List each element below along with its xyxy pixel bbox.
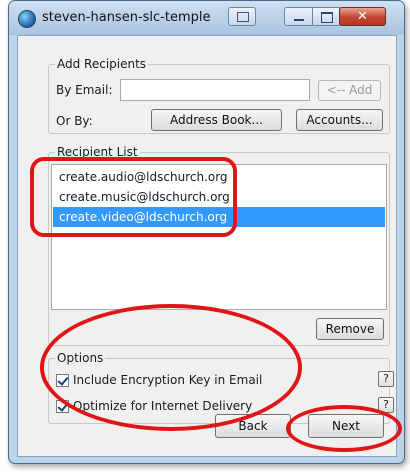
add-button[interactable]: <-- Add: [318, 80, 381, 101]
dialog-client: Add Recipients By Email: <-- Add Or By: …: [17, 35, 397, 457]
include-key-label[interactable]: Include Encryption Key in Email: [73, 373, 262, 387]
list-item[interactable]: create.music@ldschurch.org: [53, 187, 385, 207]
add-recipients-legend: Add Recipients: [55, 57, 149, 71]
address-book-button[interactable]: Address Book...: [151, 109, 282, 131]
optimize-checkbox[interactable]: [56, 400, 69, 413]
dialog-window: steven-hansen-slc-temple ✕ Add Recipient…: [8, 0, 405, 464]
optimize-help-button[interactable]: ?: [378, 397, 394, 413]
close-icon: ✕: [357, 9, 368, 24]
list-item[interactable]: create.audio@ldschurch.org: [53, 167, 385, 187]
minimize-button[interactable]: [284, 7, 313, 26]
restore-button[interactable]: [228, 7, 256, 26]
close-button[interactable]: ✕: [339, 7, 386, 26]
accounts-button[interactable]: Accounts...: [296, 109, 383, 131]
email-input[interactable]: [120, 79, 310, 101]
minimize-icon: [294, 19, 304, 21]
checkmark-icon: [57, 374, 69, 386]
include-key-checkbox[interactable]: [56, 374, 69, 387]
maximize-button[interactable]: [312, 7, 340, 26]
or-by-label: Or By:: [56, 114, 93, 128]
window-title: steven-hansen-slc-temple: [42, 10, 211, 25]
back-button[interactable]: Back: [215, 414, 291, 438]
restore-icon: [237, 12, 249, 22]
list-item[interactable]: create.video@ldschurch.org: [53, 207, 385, 227]
app-globe-icon: [18, 10, 36, 28]
maximize-icon: [321, 12, 333, 23]
remove-button[interactable]: Remove: [316, 318, 384, 340]
recipient-listbox[interactable]: create.audio@ldschurch.org create.music@…: [51, 164, 387, 310]
title-bar[interactable]: steven-hansen-slc-temple ✕: [9, 1, 404, 35]
next-button[interactable]: Next: [308, 414, 384, 438]
include-key-help-button[interactable]: ?: [378, 371, 394, 387]
optimize-label[interactable]: Optimize for Internet Delivery: [73, 399, 252, 413]
options-legend: Options: [55, 351, 106, 365]
checkmark-icon: [57, 400, 69, 412]
by-email-label: By Email:: [56, 83, 113, 97]
recipient-list-legend: Recipient List: [55, 145, 140, 159]
